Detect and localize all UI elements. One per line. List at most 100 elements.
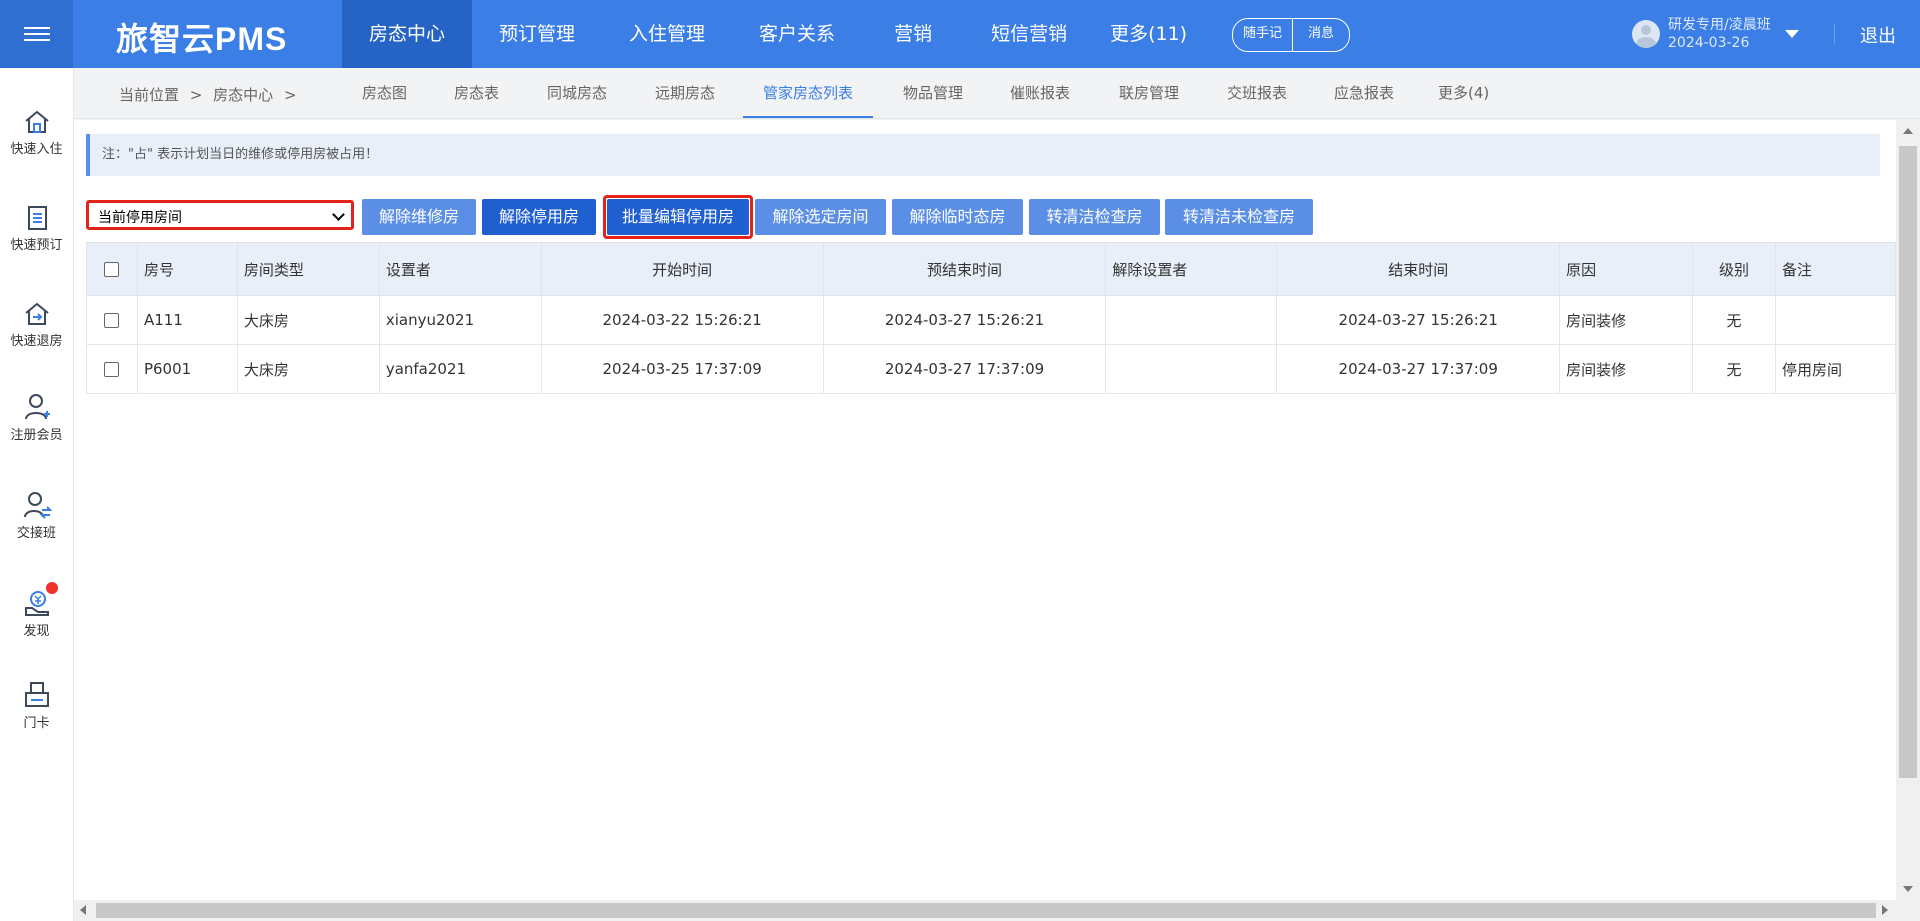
money-hand-icon — [24, 591, 49, 616]
sidebar-item-door-card[interactable]: 门卡 — [0, 680, 73, 731]
tab-linked-rooms[interactable]: 联房管理 — [1119, 68, 1179, 118]
batch-edit-disabled-button[interactable]: 批量编辑停用房 — [607, 199, 749, 235]
tab-forward-status[interactable]: 远期房态 — [655, 68, 715, 118]
cell-planned-end-time: 2024-03-27 17:37:09 — [822, 344, 1107, 394]
divider — [1834, 24, 1835, 44]
cell-remark: 停用房间 — [1774, 344, 1897, 394]
cell-setter: xianyu2021 — [378, 295, 542, 345]
user-menu[interactable]: 研发专用/凌晨班 2024-03-26 — [1632, 16, 1799, 52]
tab-more[interactable]: 更多(4) — [1438, 68, 1489, 118]
cell-setter: yanfa2021 — [378, 344, 542, 394]
user-info: 研发专用/凌晨班 2024-03-26 — [1668, 16, 1771, 52]
tab-shift-report[interactable]: 交班报表 — [1227, 68, 1287, 118]
row-checkbox[interactable] — [104, 313, 120, 328]
cell-level: 无 — [1692, 344, 1776, 394]
select-all-cell — [86, 242, 138, 296]
nav-more[interactable]: 更多(11) — [1094, 0, 1203, 68]
sub-nav: 当前位置 > 房态中心 > 房态图 房态表 同城房态 远期房态 管家房态列表 物… — [74, 68, 1920, 119]
col-start-time: 开始时间 — [540, 242, 824, 296]
sidebar-item-discover[interactable]: 发现 — [0, 582, 73, 639]
sidebar-item-shift-handover[interactable]: 交接班 — [0, 490, 73, 541]
user-name: 研发专用/凌晨班 — [1668, 17, 1771, 33]
tab-room-table[interactable]: 房态表 — [454, 68, 499, 118]
release-maintenance-button[interactable]: 解除维修房 — [362, 199, 476, 235]
sidebar-item-label: 交接班 — [16, 526, 56, 541]
vertical-scrollbar[interactable] — [1896, 120, 1920, 900]
table-row[interactable]: P6001 大床房 yanfa2021 2024-03-25 17:37:09 … — [86, 344, 1897, 394]
cell-room-no: P6001 — [136, 344, 238, 394]
cell-releaser — [1105, 344, 1278, 394]
cell-start-time: 2024-03-22 15:26:21 — [540, 295, 824, 345]
horizontal-scrollbar[interactable] — [74, 900, 1920, 921]
row-select-cell — [86, 295, 138, 345]
breadcrumb-current[interactable]: 房态中心 — [213, 86, 273, 104]
scroll-left-icon[interactable] — [80, 905, 86, 915]
sidebar-item-label: 快速入住 — [10, 142, 63, 157]
avatar — [1632, 20, 1660, 48]
col-reason: 原因 — [1559, 242, 1694, 296]
scroll-thumb[interactable] — [96, 903, 1876, 918]
breadcrumb-separator: > — [283, 86, 297, 104]
cell-remark — [1774, 295, 1897, 345]
cell-end-time: 2024-03-27 17:37:09 — [1276, 344, 1561, 394]
scroll-right-icon[interactable] — [1882, 905, 1888, 915]
card-printer-icon — [24, 682, 49, 707]
row-checkbox[interactable] — [104, 362, 120, 377]
memo-button[interactable]: 随手记 — [1233, 19, 1292, 51]
sidebar-item-register-member[interactable]: 注册会员 — [0, 392, 73, 443]
quick-sidebar: 快速入住 快速预订 快速退房 注册会员 交接班 发现 门卡 — [0, 68, 74, 921]
message-button[interactable]: 消息 — [1292, 19, 1349, 51]
menu-toggle-button[interactable] — [0, 0, 73, 68]
brand-logo: 旅智云PMS — [116, 21, 288, 57]
sidebar-item-quick-checkout[interactable]: 快速退房 — [0, 300, 73, 349]
col-remark: 备注 — [1774, 242, 1897, 296]
sidebar-item-quick-checkin[interactable]: 快速入住 — [0, 108, 73, 157]
nav-sms-marketing[interactable]: 短信营销 — [964, 0, 1094, 68]
release-disabled-button[interactable]: 解除停用房 — [482, 199, 596, 235]
cell-room-type: 大床房 — [236, 344, 380, 394]
row-select-cell — [86, 344, 138, 394]
room-filter-select[interactable]: 当前停用房间 — [86, 200, 354, 230]
cell-start-time: 2024-03-25 17:37:09 — [540, 344, 824, 394]
col-releaser: 解除设置者 — [1105, 242, 1278, 296]
tab-city-status[interactable]: 同城房态 — [547, 68, 607, 118]
exchange-user-icon — [23, 492, 52, 519]
release-temporary-button[interactable]: 解除临时态房 — [892, 199, 1023, 235]
to-clean-uninspected-button[interactable]: 转清洁未检查房 — [1165, 199, 1313, 235]
nav-booking[interactable]: 预订管理 — [472, 0, 602, 68]
col-setter: 设置者 — [378, 242, 542, 296]
tab-room-map[interactable]: 房态图 — [362, 68, 407, 118]
logout-button[interactable]: 退出 — [1860, 22, 1896, 48]
breadcrumb-separator: > — [189, 86, 203, 104]
table-header-row: 房号 房间类型 设置者 开始时间 预结束时间 解除设置者 结束时间 原因 级别 … — [86, 242, 1897, 296]
sidebar-item-label: 注册会员 — [10, 428, 63, 443]
scroll-up-icon[interactable] — [1903, 128, 1913, 134]
select-all-checkbox[interactable] — [104, 262, 120, 277]
hamburger-icon — [23, 23, 50, 45]
memo-message-pill: 随手记 消息 — [1232, 18, 1351, 52]
release-selected-button[interactable]: 解除选定房间 — [755, 199, 886, 235]
scroll-down-icon[interactable] — [1903, 886, 1913, 892]
nav-room-status[interactable]: 房态中心 — [342, 0, 473, 68]
col-room-no: 房号 — [136, 242, 238, 296]
tab-items[interactable]: 物品管理 — [903, 68, 963, 118]
to-clean-inspected-button[interactable]: 转清洁检查房 — [1029, 199, 1160, 235]
cell-room-no: A111 — [136, 295, 238, 345]
cell-room-type: 大床房 — [236, 295, 380, 345]
nav-crm[interactable]: 客户关系 — [732, 0, 862, 68]
nav-checkin[interactable]: 入住管理 — [602, 0, 732, 68]
sidebar-item-label: 快速预订 — [10, 238, 63, 253]
table-row[interactable]: A111 大床房 xianyu2021 2024-03-22 15:26:21 … — [86, 295, 1897, 345]
tab-emergency-report[interactable]: 应急报表 — [1334, 68, 1394, 118]
main-content: 注："占" 表示计划当日的维修或停用房被占用！ 当前停用房间 解除维修房 解除停… — [74, 120, 1897, 900]
col-room-type: 房间类型 — [236, 242, 380, 296]
chevron-down-icon — [332, 208, 345, 221]
tab-housekeeping-list[interactable]: 管家房态列表 — [743, 68, 874, 118]
tab-dunning-report[interactable]: 催账报表 — [1010, 68, 1070, 118]
col-end-time: 结束时间 — [1276, 242, 1561, 296]
scroll-thumb[interactable] — [1899, 146, 1917, 778]
breadcrumb-prefix: 当前位置 — [119, 86, 180, 104]
sidebar-item-quick-booking[interactable]: 快速预订 — [0, 204, 73, 253]
col-level: 级别 — [1692, 242, 1776, 296]
nav-marketing[interactable]: 营销 — [862, 0, 964, 68]
